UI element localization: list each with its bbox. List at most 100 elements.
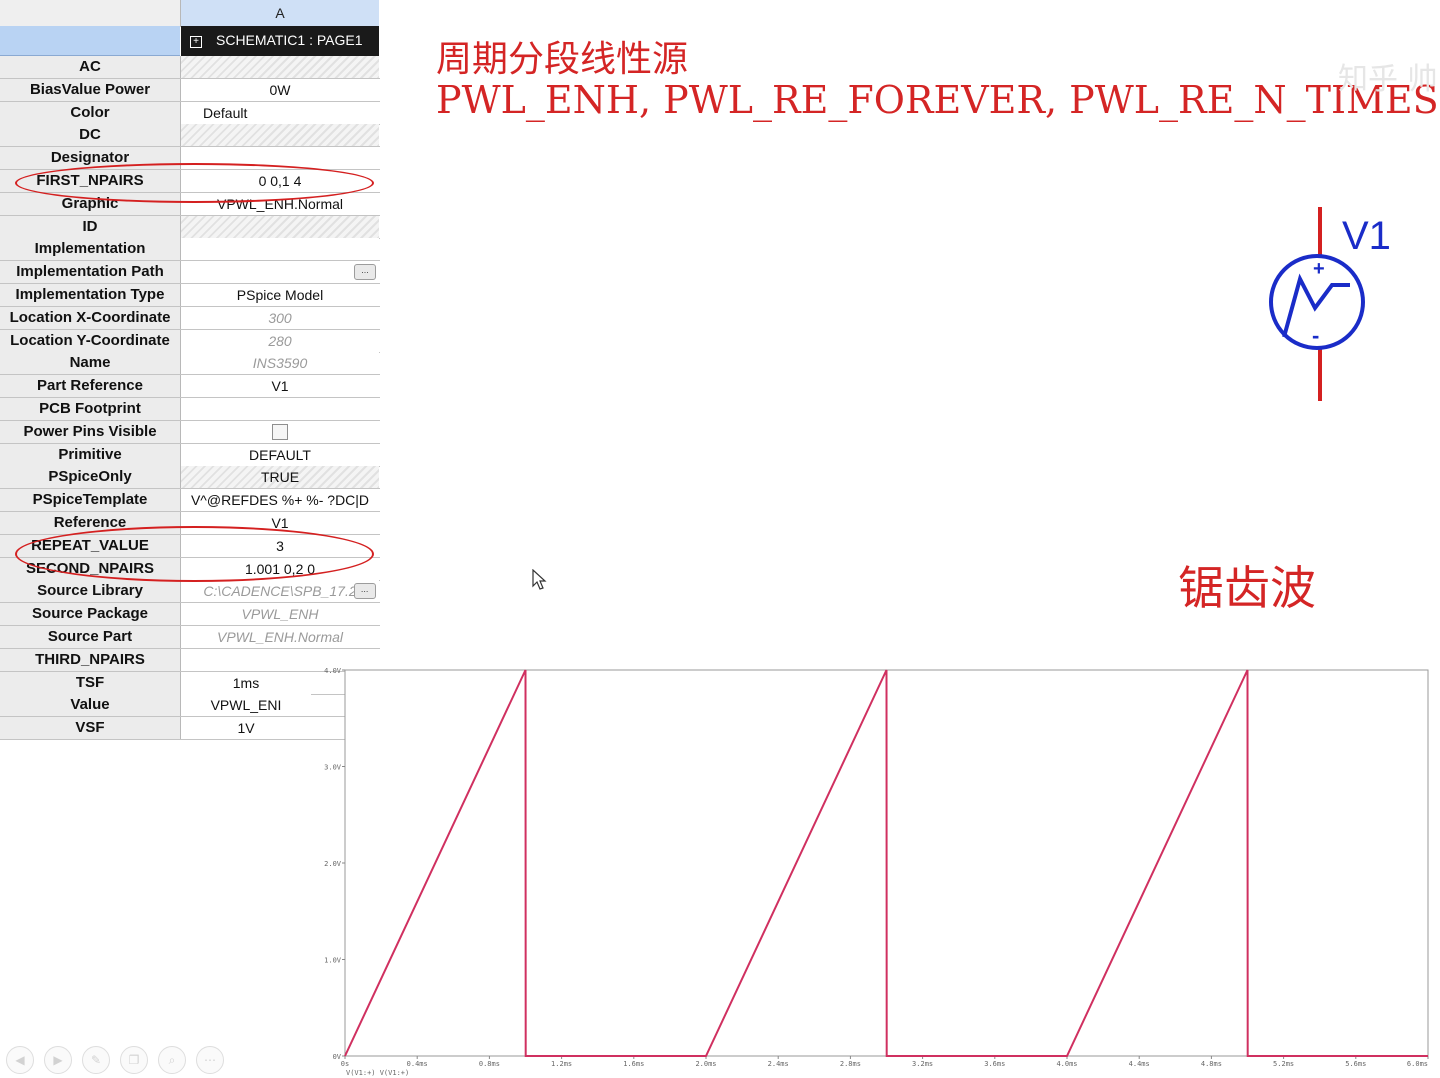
property-value[interactable]: DEFAULT (181, 443, 379, 466)
zoom-icon[interactable]: ⌕ (158, 1046, 186, 1074)
browse-button[interactable]: ... (354, 264, 376, 281)
property-value[interactable]: 280 (181, 329, 379, 352)
property-name: PSpiceTemplate (0, 489, 181, 512)
property-row-location-x-coordinate[interactable]: Location X-Coordinate 300 (0, 306, 380, 330)
mouse-cursor-icon (532, 569, 547, 590)
x-tick-label: 4.8ms (1201, 1060, 1222, 1068)
property-row-source-package[interactable]: Source Package VPWL_ENH (0, 603, 380, 627)
property-value-text: TRUE (260, 469, 300, 486)
property-value[interactable] (181, 420, 379, 443)
property-row-implementation-path[interactable]: Implementation Path... (0, 261, 380, 285)
property-name: Implementation (0, 238, 181, 261)
property-value[interactable]: V1 (181, 375, 379, 398)
property-value[interactable] (181, 398, 379, 420)
property-name: DC (0, 124, 181, 147)
grid-corner-cell (0, 0, 181, 27)
power-pins-visible-checkbox[interactable] (272, 424, 288, 441)
property-value-text: VPWL_ENH (241, 606, 319, 623)
schematic-header-row: + SCHEMATIC1 : PAGE1 (0, 26, 380, 56)
schematic-header-left (0, 26, 180, 56)
property-row-biasvalue-power[interactable]: BiasValue Power 0W (0, 78, 380, 102)
property-value[interactable] (181, 56, 379, 78)
property-row-dc[interactable]: DC (0, 124, 380, 148)
property-row-implementation[interactable]: Implementation (0, 238, 380, 262)
highlight-ellipse-first-npairs (15, 163, 374, 203)
property-row-location-y-coordinate[interactable]: Location Y-Coordinate 280 (0, 329, 380, 353)
property-name: Source Package (0, 603, 181, 626)
x-tick-label: 5.2ms (1273, 1060, 1294, 1068)
property-row-implementation-type[interactable]: Implementation Type PSpice Model (0, 284, 380, 307)
x-tick-label: 0.8ms (479, 1060, 500, 1068)
property-value[interactable]: INS3590 (181, 352, 379, 375)
column-a-header[interactable]: A (181, 0, 379, 27)
property-name: Primitive (0, 443, 181, 466)
property-name: PCB Footprint (0, 398, 181, 420)
property-value[interactable]: VPWL_ENH.Normal (181, 626, 379, 648)
property-name: TSF (0, 671, 181, 694)
plot-legend: V(V1:+) V(V1:+) (346, 1069, 409, 1077)
pen-icon[interactable]: ✎ (82, 1046, 110, 1074)
property-row-name[interactable]: Name INS3590 (0, 352, 380, 376)
property-value[interactable]: Default (181, 101, 379, 124)
property-row-ac[interactable]: AC (0, 56, 380, 79)
property-value[interactable]: 0W (181, 78, 379, 101)
property-name: AC (0, 56, 181, 78)
property-value[interactable]: 300 (181, 306, 379, 329)
property-row-source-library[interactable]: Source Library C:\CADENCE\SPB_17.2... (0, 580, 380, 604)
x-tick-label: 2.4ms (768, 1060, 789, 1068)
property-value[interactable] (181, 238, 379, 261)
property-name: Name (0, 352, 181, 375)
property-row-pspicetemplate[interactable]: PSpiceTemplate V^@REFDES %+ %- ?DC|D (0, 489, 380, 513)
property-value[interactable] (181, 215, 379, 238)
property-value[interactable]: 1ms (181, 671, 311, 694)
highlight-ellipse-repeat-second (15, 526, 374, 582)
property-value-text: V1 (271, 378, 289, 395)
svg-text:-: - (1312, 323, 1319, 348)
x-tick-label: 1.2ms (551, 1060, 572, 1068)
property-row-primitive[interactable]: Primitive DEFAULT (0, 443, 380, 467)
title-chinese: 周期分段线性源 (436, 39, 689, 80)
svg-text:+: + (1313, 258, 1325, 280)
property-value-text: 1ms (232, 674, 260, 691)
property-value-text: 280 (268, 332, 292, 349)
title-pwl-variants: PWL_ENH, PWL_RE_FOREVER, PWL_RE_N_TIMES (436, 78, 1439, 122)
property-row-source-part[interactable]: Source Part VPWL_ENH.Normal (0, 626, 380, 649)
watermark: 知乎 帅 (1338, 62, 1438, 97)
property-value[interactable]: 1V (181, 717, 311, 740)
x-tick-label: 5.6ms (1345, 1060, 1366, 1068)
property-value[interactable]: PSpice Model (181, 284, 379, 306)
property-name: BiasValue Power (0, 78, 181, 101)
property-row-color[interactable]: Color Default (0, 101, 380, 125)
property-name: Location Y-Coordinate (0, 329, 181, 352)
property-value-text: VPWL_ENI (210, 697, 282, 714)
y-tick-label: 3.0V (324, 764, 342, 772)
property-row-power-pins-visible[interactable]: Power Pins Visible (0, 420, 380, 444)
property-value-text: V^@REFDES %+ %- ?DC|D (190, 492, 370, 509)
waveform-plot[interactable]: 0V1.0V2.0V3.0V4.0V 0s 0.4ms 0.8ms 1.2ms 1.6m… (318, 662, 1440, 1078)
property-name: ID (0, 215, 181, 238)
property-name: Part Reference (0, 375, 181, 398)
schematic-header[interactable]: + SCHEMATIC1 : PAGE1 (181, 26, 379, 56)
property-row-pcb-footprint[interactable]: PCB Footprint (0, 398, 380, 421)
property-value[interactable]: V^@REFDES %+ %- ?DC|D (181, 489, 379, 512)
property-value[interactable]: TRUE (181, 466, 379, 489)
copy-icon[interactable]: ❐ (120, 1046, 148, 1074)
property-value[interactable]: VPWL_ENI (181, 694, 311, 717)
property-row-id[interactable]: ID (0, 215, 380, 239)
x-tick-label: 0s (341, 1060, 349, 1068)
next-icon[interactable]: ▶ (44, 1046, 72, 1074)
property-name: Implementation Type (0, 284, 181, 306)
property-value[interactable]: VPWL_ENH (181, 603, 379, 626)
property-value[interactable] (181, 124, 379, 147)
prev-icon[interactable]: ◀ (6, 1046, 34, 1074)
property-value[interactable]: C:\CADENCE\SPB_17.2... (181, 580, 379, 603)
property-row-part-reference[interactable]: Part Reference V1 (0, 375, 380, 399)
property-name: Value (0, 694, 181, 717)
property-value[interactable]: ... (181, 261, 379, 284)
property-row-pspiceonly[interactable]: PSpiceOnly TRUE (0, 466, 380, 490)
property-value-text: INS3590 (252, 355, 308, 372)
browse-button[interactable]: ... (354, 583, 376, 600)
more-icon[interactable]: ⋯ (196, 1046, 224, 1074)
sawtooth-label: 锯齿波 (1178, 561, 1316, 615)
expand-icon[interactable]: + (190, 36, 202, 48)
